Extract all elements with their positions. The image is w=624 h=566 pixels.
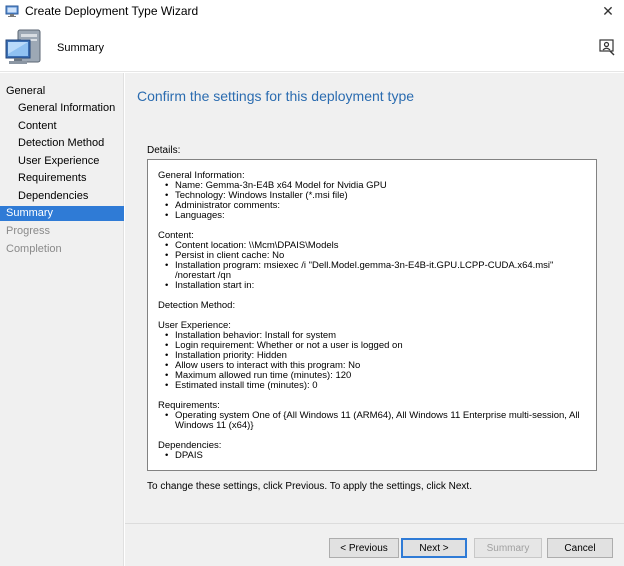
help-person-icon[interactable] xyxy=(598,38,616,56)
close-icon: ✕ xyxy=(602,2,614,19)
title-bar: Create Deployment Type Wizard ✕ xyxy=(0,0,624,22)
previous-button[interactable]: < Previous xyxy=(329,538,399,558)
details-section-general-information: General Information: Name: Gemma-3n-E4B … xyxy=(158,171,586,222)
window-title: Create Deployment Type Wizard xyxy=(25,4,199,18)
page-heading: Confirm the settings for this deployment… xyxy=(137,88,415,104)
cancel-button[interactable]: Cancel xyxy=(547,538,613,558)
list-item: Installation program: msiexec /i "Dell.M… xyxy=(158,261,586,281)
wizard-app-icon xyxy=(5,5,19,17)
sidebar-item-dependencies: Dependencies xyxy=(18,190,89,202)
list-item: Installation start in: xyxy=(158,281,586,292)
sidebar-item-detection-method: Detection Method xyxy=(18,137,105,149)
list-item: DPAIS xyxy=(158,451,586,462)
sidebar-item-user-experience: User Experience xyxy=(18,155,100,167)
sidebar-item-requirements: Requirements xyxy=(18,172,87,184)
banner-page-label: Summary xyxy=(57,42,105,54)
sidebar-item-content: Content xyxy=(18,120,57,132)
instruction-text: To change these settings, click Previous… xyxy=(147,481,472,492)
details-label: Details: xyxy=(147,145,181,156)
section-title: Detection Method: xyxy=(158,300,236,311)
summary-button[interactable]: Summary xyxy=(474,538,542,558)
sidebar-item-progress: Progress xyxy=(6,225,51,237)
details-section-requirements: Requirements: Operating system One of {A… xyxy=(158,401,586,431)
list-item: Operating system One of {All Windows 11 … xyxy=(158,411,586,431)
sidebar-item-general-information: General Information xyxy=(18,102,116,114)
wizard-content: Confirm the settings for this deployment… xyxy=(125,73,624,566)
details-section-user-experience: User Experience: Installation behavior: … xyxy=(158,321,586,392)
close-button[interactable]: ✕ xyxy=(592,0,624,22)
section-title: Dependencies: xyxy=(158,440,222,451)
sidebar-item-summary: Summary xyxy=(0,206,124,221)
details-section-content: Content: Content location: \\Mcm\DPAIS\M… xyxy=(158,231,586,292)
computer-icon xyxy=(5,29,41,64)
details-section-dependencies: Dependencies: DPAIS xyxy=(158,440,586,462)
footer-divider xyxy=(125,523,624,524)
next-button[interactable]: Next > xyxy=(401,538,467,558)
details-section-detection-method: Detection Method: xyxy=(158,301,586,311)
list-item: Estimated install time (minutes): 0 xyxy=(158,381,586,392)
wizard-sidebar: General General Information Content Dete… xyxy=(0,73,124,566)
list-item: Languages: xyxy=(158,211,586,222)
details-textbox[interactable]: General Information: Name: Gemma-3n-E4B … xyxy=(147,159,597,471)
sidebar-item-completion: Completion xyxy=(6,243,62,255)
wizard-banner: Summary xyxy=(0,22,624,72)
sidebar-item-general: General xyxy=(6,85,46,97)
